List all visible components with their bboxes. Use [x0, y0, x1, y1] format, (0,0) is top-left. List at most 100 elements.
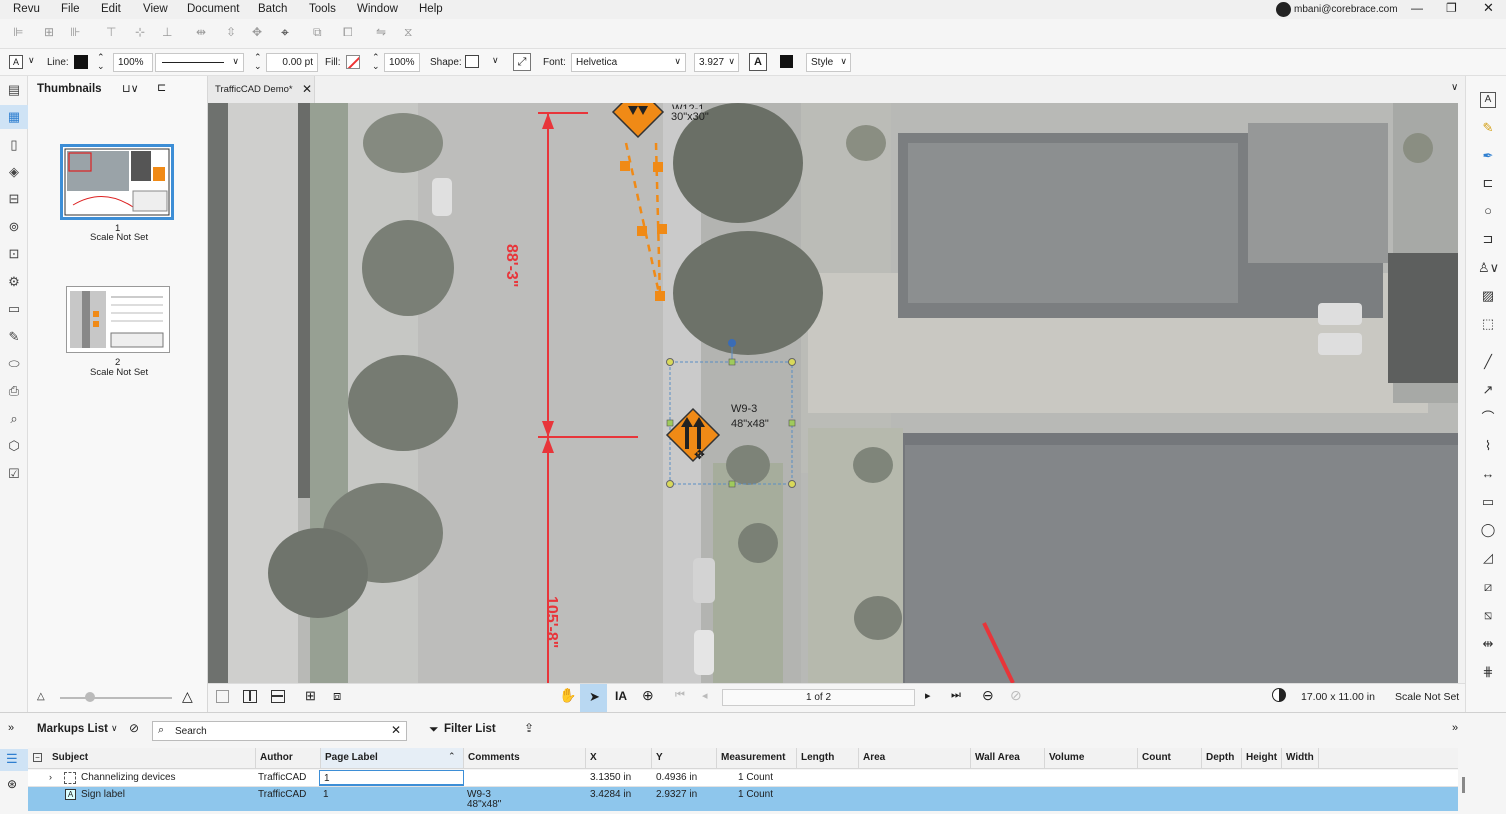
- align-left-icon[interactable]: ⊫: [13, 25, 23, 39]
- fill-opacity-spinner-icon[interactable]: ⌃ ⌄: [372, 53, 380, 71]
- tag-icon[interactable]: ⬭: [6, 356, 22, 372]
- line-opacity-field[interactable]: 100%: [113, 53, 153, 72]
- line-style-select[interactable]: ∨: [155, 53, 244, 72]
- user-email[interactable]: mbani@corebrace.com: [1294, 4, 1398, 15]
- menu-batch[interactable]: Batch: [258, 3, 287, 15]
- col-width[interactable]: Width: [1282, 748, 1319, 768]
- rectangle-icon[interactable]: ▭: [1480, 494, 1496, 510]
- chevron-down-icon[interactable]: ∨: [28, 55, 35, 66]
- zoom-icon[interactable]: ⊕: [642, 687, 654, 704]
- settings-icon[interactable]: ⚙: [6, 274, 22, 290]
- dimension-icon[interactable]: ↔: [1480, 466, 1496, 482]
- distribute-h-icon[interactable]: ⇹: [196, 25, 206, 39]
- search-icon[interactable]: ⌕: [6, 411, 22, 427]
- line-icon[interactable]: ╱: [1480, 354, 1496, 370]
- line-width-field[interactable]: 0.00 pt: [266, 53, 318, 72]
- bookmarks-icon[interactable]: ▯: [6, 137, 22, 153]
- arc-icon[interactable]: ⌒: [1480, 410, 1496, 426]
- expand-panel-icon[interactable]: »: [1452, 722, 1458, 734]
- layers-icon[interactable]: ◈: [6, 164, 22, 180]
- back-view-icon[interactable]: ⊖: [982, 687, 994, 704]
- collapse-panel-icon[interactable]: »: [8, 722, 14, 734]
- resize-arrow-icon[interactable]: ⤢: [513, 53, 531, 71]
- length-icon[interactable]: ⇹: [1480, 636, 1496, 652]
- text-color-swatch[interactable]: [780, 55, 793, 68]
- area-icon[interactable]: ⧄: [1480, 579, 1496, 595]
- chevron-down-icon[interactable]: ∨: [492, 55, 499, 66]
- text-properties-icon[interactable]: A: [9, 55, 23, 69]
- thumbnail-page-1[interactable]: [60, 144, 174, 220]
- sign-w9-code[interactable]: W9-3: [731, 403, 757, 415]
- col-wall-area[interactable]: Wall Area: [971, 748, 1045, 768]
- measure-icon[interactable]: ▭: [6, 301, 22, 317]
- menu-document[interactable]: Document: [187, 3, 239, 15]
- style-select[interactable]: Style ∨: [806, 53, 851, 72]
- chevron-right-icon[interactable]: ›: [49, 772, 52, 782]
- col-measurement[interactable]: Measurement: [717, 748, 797, 768]
- tab-close-icon[interactable]: ✕: [302, 82, 312, 96]
- text-select-icon[interactable]: IA: [615, 689, 627, 703]
- markup-icon[interactable]: ⊚: [6, 219, 22, 235]
- menu-view[interactable]: View: [143, 3, 168, 15]
- clear-search-icon[interactable]: ✕: [391, 723, 401, 737]
- collapse-all-icon[interactable]: −: [33, 753, 42, 762]
- text-icon[interactable]: A: [1480, 92, 1496, 108]
- pan-hand-icon[interactable]: ✋: [559, 687, 576, 704]
- col-subject[interactable]: Subject: [48, 748, 256, 768]
- font-select[interactable]: Helvetica ∨: [571, 53, 686, 72]
- next-page-icon[interactable]: ▸: [925, 689, 931, 702]
- toolchest-icon[interactable]: ⊟: [6, 191, 22, 207]
- shape-style-swatch[interactable]: [465, 55, 479, 68]
- zoom-out-thumb-icon[interactable]: △: [37, 691, 45, 702]
- thumbnail-size-slider[interactable]: [60, 697, 172, 699]
- text-format-icon[interactable]: A: [749, 53, 767, 71]
- menu-file[interactable]: File: [61, 3, 80, 15]
- prev-page-icon[interactable]: ◂: [702, 689, 708, 702]
- pen-icon[interactable]: ✒: [1480, 148, 1496, 164]
- page-indicator-field[interactable]: 1 of 2: [722, 689, 915, 706]
- menu-tools[interactable]: Tools: [309, 3, 336, 15]
- image-icon[interactable]: ▨: [1480, 288, 1496, 304]
- thumbnail-slider-handle[interactable]: [85, 692, 95, 702]
- col-height[interactable]: Height: [1242, 748, 1282, 768]
- col-x[interactable]: X: [586, 748, 652, 768]
- col-page-label[interactable]: Page Label: [321, 748, 464, 768]
- callout-icon[interactable]: ⊏: [1480, 175, 1496, 191]
- last-page-icon[interactable]: ⏭: [951, 689, 961, 702]
- cloud-icon[interactable]: ○: [1480, 203, 1496, 219]
- tabs-dropdown-icon[interactable]: ∨: [1451, 82, 1458, 93]
- minimize-icon[interactable]: —: [1411, 1, 1423, 15]
- split-vertical-icon[interactable]: [243, 690, 257, 703]
- forms-icon[interactable]: ☑: [6, 466, 22, 482]
- font-size-select[interactable]: 3.927 ∨: [694, 53, 739, 72]
- col-y[interactable]: Y: [652, 748, 717, 768]
- line-width-spinner-icon[interactable]: ⌃ ⌄: [254, 53, 262, 71]
- select-tool-button[interactable]: ➤: [580, 684, 607, 713]
- flip-vertical-icon[interactable]: ⧖: [404, 25, 412, 40]
- highlighter-icon[interactable]: ✎: [1480, 120, 1496, 136]
- crop-page-icon[interactable]: ⧈: [333, 688, 341, 704]
- signature-icon[interactable]: ✎: [6, 329, 22, 345]
- markups-search-input[interactable]: ⌕ Search ✕: [152, 721, 407, 741]
- thumbnail-options-icon[interactable]: ⊏: [157, 81, 166, 94]
- line-opacity-spinner-icon[interactable]: ⌃ ⌄: [97, 53, 105, 71]
- distribute-v-icon[interactable]: ⇳: [226, 25, 236, 39]
- table-row[interactable]: › Channelizing devices TrafficCAD 1 3.13…: [28, 770, 1458, 787]
- aerial-drawing[interactable]: [208, 103, 1458, 683]
- export-icon[interactable]: ⇪: [524, 721, 534, 735]
- studio-icon[interactable]: ⊡: [6, 246, 22, 262]
- arrow-icon[interactable]: ↗: [1480, 382, 1496, 398]
- col-depth[interactable]: Depth: [1202, 748, 1242, 768]
- zoom-in-thumb-icon[interactable]: △: [182, 688, 193, 705]
- flip-horizontal-icon[interactable]: ⇋: [376, 25, 386, 39]
- polygon-icon[interactable]: ◿: [1480, 550, 1496, 566]
- printer-icon[interactable]: ⎙: [6, 383, 22, 399]
- col-area[interactable]: Area: [859, 748, 971, 768]
- align-middle-icon[interactable]: ⊹: [135, 25, 145, 39]
- ellipse-icon[interactable]: ◯: [1480, 522, 1496, 538]
- tab-trafficcad-demo[interactable]: TrafficCAD Demo* ✕: [208, 76, 315, 103]
- row1-page-label-edit[interactable]: 1: [319, 770, 464, 786]
- stamp-icon[interactable]: ⊐: [1480, 231, 1496, 247]
- forward-view-icon[interactable]: ⊘: [1010, 687, 1022, 704]
- line-color-swatch[interactable]: [74, 55, 88, 69]
